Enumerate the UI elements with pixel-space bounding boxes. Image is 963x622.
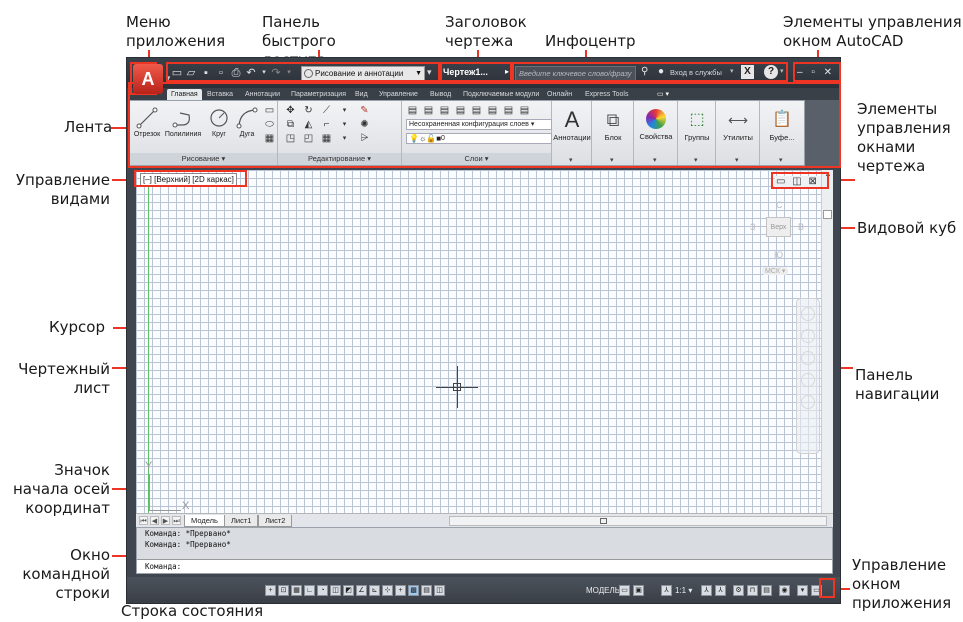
zoom-icon[interactable] xyxy=(801,351,815,365)
otrack-icon[interactable]: ∠ xyxy=(356,585,367,596)
coordinates-icon[interactable]: + xyxy=(265,585,276,596)
app-menu-button[interactable]: A xyxy=(133,64,163,94)
transparency-icon[interactable]: ▩ xyxy=(408,585,419,596)
label-app-menu: Меню приложения xyxy=(126,13,226,50)
viewcube-east[interactable]: В xyxy=(798,222,804,232)
highlight-infocenter xyxy=(512,62,788,82)
last-tab-icon[interactable]: ⏭ xyxy=(172,516,181,525)
tab-layout1[interactable]: Лист1 xyxy=(224,515,259,527)
qp-icon[interactable]: ▤ xyxy=(421,585,432,596)
3d-osnap-icon[interactable]: ◩ xyxy=(343,585,354,596)
command-history-line: Команда: *Прервано* xyxy=(145,529,231,538)
label-view-controls: Управление видами xyxy=(15,171,110,208)
steering-wheel-icon[interactable] xyxy=(801,307,815,321)
orbit-icon[interactable] xyxy=(801,373,815,387)
annotation-scale-selector[interactable]: 1:1 ▾ xyxy=(675,586,692,595)
label-window-controls: Элементы управления окном AutoCAD xyxy=(783,13,962,50)
command-window: Команда: *Прервано* Команда: *Прервано* … xyxy=(136,527,833,574)
highlight-window-controls xyxy=(793,62,841,82)
highlight-drawing-window-controls xyxy=(771,172,829,189)
tab-model[interactable]: Модель xyxy=(184,515,225,527)
tab-layout2[interactable]: Лист2 xyxy=(258,515,293,527)
ucs-y-axis xyxy=(149,474,150,510)
navigation-bar xyxy=(796,298,820,454)
pan-icon[interactable] xyxy=(801,329,815,343)
ucs-x-label: X xyxy=(182,500,190,512)
label-infocenter: Инфоцентр xyxy=(545,32,636,50)
viewcube-top-face[interactable]: Верх xyxy=(766,217,791,237)
model-space-toggle[interactable]: МОДЕЛЬ xyxy=(586,586,620,595)
annotation-visibility-icon[interactable]: ⅄ xyxy=(701,585,712,596)
viewcube-wcs-menu[interactable]: МСК ▾ xyxy=(762,267,789,275)
hardware-accel-icon[interactable]: ▤ xyxy=(761,585,772,596)
layout-tabs-bar: ⏮ ◀ ▶ ⏭ Модель Лист1 Лист2 xyxy=(136,513,833,527)
auto-scale-icon[interactable]: ⅄ xyxy=(715,585,726,596)
highlight-app-status-control xyxy=(819,578,835,598)
ducs-icon[interactable]: ⊾ xyxy=(369,585,380,596)
lock-icon[interactable]: ⊓ xyxy=(747,585,758,596)
next-tab-icon[interactable]: ▶ xyxy=(161,516,170,525)
ucs-x-axis xyxy=(149,510,181,511)
lineweight-icon[interactable]: + xyxy=(395,585,406,596)
cursor-pickbox xyxy=(453,383,461,391)
dyn-icon[interactable]: ⊹ xyxy=(382,585,393,596)
command-history-line: Команда: *Прервано* xyxy=(145,540,231,549)
annotation-scale-icon[interactable]: ⅄ xyxy=(661,585,672,596)
label-status-bar: Строка состояния xyxy=(121,602,264,620)
isolate-objects-icon[interactable]: ◉ xyxy=(779,585,790,596)
label-navigation-bar: Панель навигации xyxy=(855,366,940,403)
prev-tab-icon[interactable]: ◀ xyxy=(150,516,159,525)
ortho-icon[interactable]: ∟ xyxy=(304,585,315,596)
snap-icon[interactable]: ⊡ xyxy=(278,585,289,596)
status-bar: + ⊡ ▦ ∟ ◔ ◫ ◩ ∠ ⊾ ⊹ + ▩ ▤ ◫ МОДЕЛЬ ▭ ▣ ⅄… xyxy=(127,577,840,603)
scroll-thumb[interactable] xyxy=(823,210,832,219)
sc-icon[interactable]: ◫ xyxy=(434,585,445,596)
osnap-icon[interactable]: ◫ xyxy=(330,585,341,596)
quick-view-icon[interactable]: ▣ xyxy=(633,585,644,596)
viewcube-west[interactable]: З xyxy=(750,222,755,232)
label-command-window: Окно командной строки xyxy=(22,546,110,602)
label-drawing-title: Заголовок чертежа xyxy=(445,13,527,50)
first-tab-icon[interactable]: ⏮ xyxy=(139,516,148,525)
label-app-status-control: Управление окном приложения xyxy=(852,556,952,612)
horizontal-scrollbar[interactable] xyxy=(449,516,827,526)
highlight-quick-access xyxy=(166,62,440,82)
label-ucs-icon: Значок начала осей координат xyxy=(12,461,110,517)
workspace-switch-icon[interactable]: ⚙ xyxy=(733,585,744,596)
command-input[interactable]: Команда: xyxy=(137,559,832,573)
viewcube-south[interactable]: Ю xyxy=(774,250,783,260)
drawing-area[interactable]: [–] [Верхний] [2D каркас] ▭ ◫ ⊠ С З Верх… xyxy=(136,170,821,513)
showmotion-icon[interactable] xyxy=(801,395,815,409)
label-drawing-sheet: Чертежный лист xyxy=(18,360,110,397)
hscroll-thumb[interactable] xyxy=(600,518,607,524)
label-ribbon: Лента xyxy=(64,118,113,136)
status-menu-icon[interactable]: ▾ xyxy=(797,585,808,596)
ucs-y-label: Y xyxy=(145,460,153,472)
vertical-scrollbar[interactable]: ▲ xyxy=(821,170,833,513)
highlight-drawing-title xyxy=(440,62,512,82)
label-drawing-window-controls: Элементы управления окнами чертежа xyxy=(857,100,951,175)
grid-icon[interactable]: ▦ xyxy=(291,585,302,596)
highlight-view-controls xyxy=(134,170,247,187)
layout-view-icon[interactable]: ▭ xyxy=(619,585,630,596)
viewcube-north[interactable]: С xyxy=(776,200,783,210)
highlight-ribbon xyxy=(128,82,841,168)
polar-icon[interactable]: ◔ xyxy=(317,585,328,596)
label-viewcube: Видовой куб xyxy=(857,219,957,237)
label-cursor: Курсор xyxy=(49,318,105,336)
